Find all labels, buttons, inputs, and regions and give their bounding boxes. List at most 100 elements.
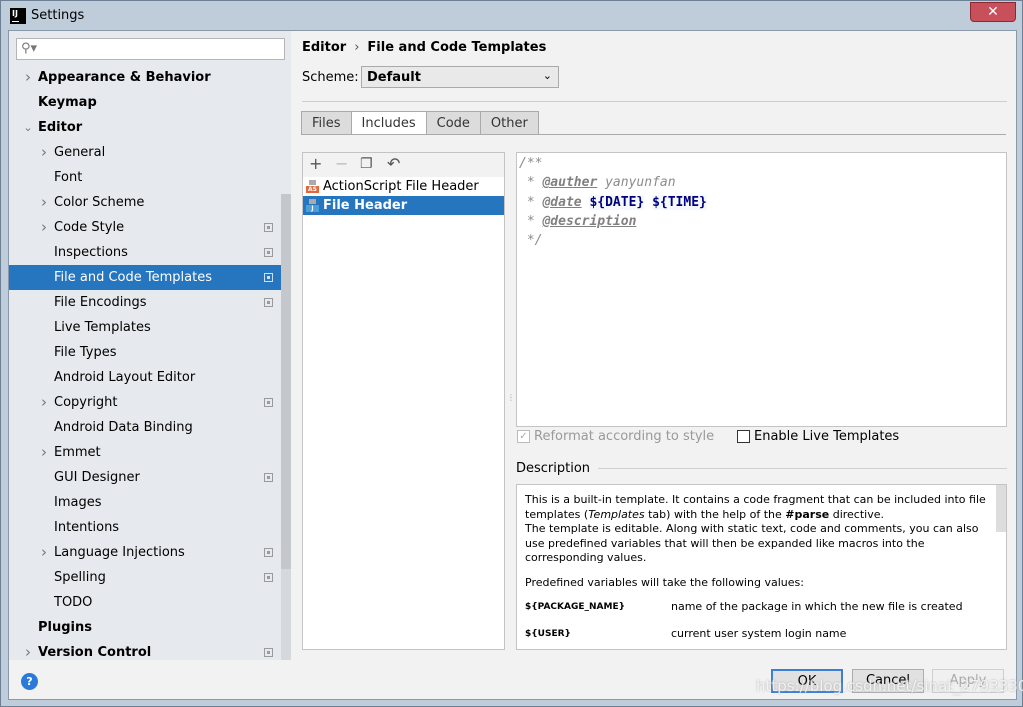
code-text: * [519, 213, 543, 229]
search-icon: ⚲▾ [21, 41, 38, 56]
window-title: Settings [31, 8, 85, 23]
tab-other[interactable]: Other [480, 111, 539, 135]
project-scope-icon [264, 473, 273, 482]
sidebar-item[interactable]: › Code Style [9, 215, 291, 240]
sidebar-item-label: Editor [38, 120, 83, 135]
sidebar-item[interactable]: Font [9, 165, 291, 190]
settings-window: IJ Settings ✕ ⚲▾ › Appearance & Behavior K… [0, 0, 1023, 707]
add-icon[interactable]: + [309, 154, 322, 173]
file-template-icon: AS [306, 180, 319, 193]
sidebar-item[interactable]: ⌄ Editor [9, 115, 291, 140]
enable-live-templates-checkbox[interactable]: Enable Live Templates [737, 429, 899, 444]
code-line: /** [519, 154, 1004, 173]
sidebar-item-label: Font [54, 170, 83, 185]
sidebar-item[interactable]: Android Layout Editor [9, 365, 291, 390]
project-scope-icon [264, 548, 273, 557]
sidebar-item[interactable]: Inspections [9, 240, 291, 265]
file-type-badge: J [306, 205, 319, 212]
chevron-down-icon: ⌄ [542, 69, 552, 82]
splitter-handle[interactable]: ⋮ [507, 393, 515, 402]
close-button[interactable]: ✕ [970, 2, 1016, 22]
settings-search-input[interactable]: ⚲▾ [16, 38, 285, 60]
text: directive. [829, 507, 884, 521]
sidebar-item[interactable]: Live Templates [9, 315, 291, 340]
code-line: * @date ${DATE} ${TIME} [519, 193, 1004, 212]
sidebar-item[interactable]: GUI Designer [9, 465, 291, 490]
settings-sidebar: ⚲▾ › Appearance & Behavior Keymap ⌄ Editor › G… [9, 31, 291, 661]
project-scope-icon [264, 398, 273, 407]
code-text: * [519, 194, 543, 210]
text: #parse [785, 507, 830, 521]
sidebar-item[interactable]: File Types [9, 340, 291, 365]
chevron-down-icon[interactable]: ⌄ [23, 115, 33, 140]
template-editor[interactable]: /** * @auther yanyunfan * @date ${DATE} … [516, 152, 1007, 427]
sidebar-item-label: File Types [54, 345, 117, 360]
sidebar-item-label: Inspections [54, 245, 128, 260]
sidebar-item-label: Emmet [54, 445, 101, 460]
chevron-right-icon[interactable]: › [23, 640, 33, 665]
variables-table: ${PACKAGE_NAME} name of the package in wh… [525, 600, 998, 641]
scheme-label: Scheme: [302, 70, 359, 85]
sidebar-item[interactable]: › Color Scheme [9, 190, 291, 215]
template-list-item[interactable]: J File Header [303, 196, 504, 215]
sidebar-item[interactable]: TODO [9, 590, 291, 615]
sidebar-item-label: Images [54, 495, 102, 510]
template-variable: ${DATE} [589, 194, 645, 210]
sidebar-item[interactable]: Intentions [9, 515, 291, 540]
template-tabs: Files Includes Code Other [301, 111, 539, 135]
chevron-right-icon[interactable]: › [39, 540, 49, 565]
help-button[interactable]: ? [21, 673, 38, 690]
sidebar-item[interactable]: › Language Injections [9, 540, 291, 565]
template-list-panel: + − ❐ ↶ AS ActionScript File Header J File … [302, 152, 505, 650]
sidebar-item[interactable]: File and Code Templates [9, 265, 291, 290]
sidebar-scrollbar-thumb[interactable] [281, 194, 291, 569]
sidebar-item-label: Code Style [54, 220, 125, 235]
sidebar-item[interactable]: › Appearance & Behavior [9, 65, 291, 90]
sidebar-item[interactable]: › Copyright [9, 390, 291, 415]
breadcrumb-separator: › [354, 40, 360, 55]
reformat-checkbox[interactable]: ✓ Reformat according to style [517, 429, 714, 444]
sidebar-item[interactable]: Android Data Binding [9, 415, 291, 440]
copy-icon[interactable]: ❐ [360, 156, 373, 172]
description-panel: This is a built-in template. It contains… [516, 484, 1007, 650]
sidebar-item[interactable]: Keymap [9, 90, 291, 115]
variable-name: ${PACKAGE_NAME} [525, 602, 625, 612]
chevron-right-icon[interactable]: › [39, 390, 49, 415]
sidebar-item[interactable]: Plugins [9, 615, 291, 640]
reset-icon[interactable]: ↶ [387, 154, 400, 173]
description-scrollbar[interactable] [996, 485, 1006, 532]
javadoc-tag: @date [542, 194, 582, 210]
breadcrumb-parent[interactable]: Editor [302, 40, 346, 55]
chevron-right-icon[interactable]: › [39, 215, 49, 240]
sidebar-item[interactable]: Images [9, 490, 291, 515]
sidebar-item-label: TODO [54, 595, 93, 610]
sidebar-item[interactable]: › Version Control [9, 640, 291, 665]
remove-icon[interactable]: − [335, 154, 348, 173]
sidebar-item[interactable]: Spelling [9, 565, 291, 590]
chevron-right-icon[interactable]: › [39, 440, 49, 465]
tab-files[interactable]: Files [301, 111, 352, 135]
checkbox-unchecked-icon [737, 430, 750, 443]
description-paragraph: This is a built-in template. It contains… [525, 493, 998, 566]
tab-code[interactable]: Code [426, 111, 481, 135]
sidebar-item-label: Language Injections [54, 545, 185, 560]
sidebar-item[interactable]: › Emmet [9, 440, 291, 465]
title-bar: IJ Settings ✕ [1, 1, 1022, 30]
sidebar-item-label: Intentions [54, 520, 120, 535]
sidebar-item-label: Copyright [54, 395, 118, 410]
tab-includes[interactable]: Includes [351, 111, 427, 135]
scheme-select[interactable]: Default ⌄ [361, 66, 559, 88]
chevron-right-icon[interactable]: › [23, 65, 33, 90]
sidebar-item[interactable]: File Encodings [9, 290, 291, 315]
description-title: Description [516, 461, 591, 476]
sidebar-item-label: Spelling [54, 570, 106, 585]
template-list-item[interactable]: AS ActionScript File Header [303, 177, 504, 196]
sidebar-item-label: General [54, 145, 106, 160]
breadcrumb-current: File and Code Templates [367, 40, 547, 55]
chevron-right-icon[interactable]: › [39, 140, 49, 165]
sidebar-item[interactable]: › General [9, 140, 291, 165]
text: The template is editable. Along with sta… [525, 522, 979, 564]
chevron-right-icon[interactable]: › [39, 190, 49, 215]
sidebar-item-label: File and Code Templates [54, 270, 212, 285]
